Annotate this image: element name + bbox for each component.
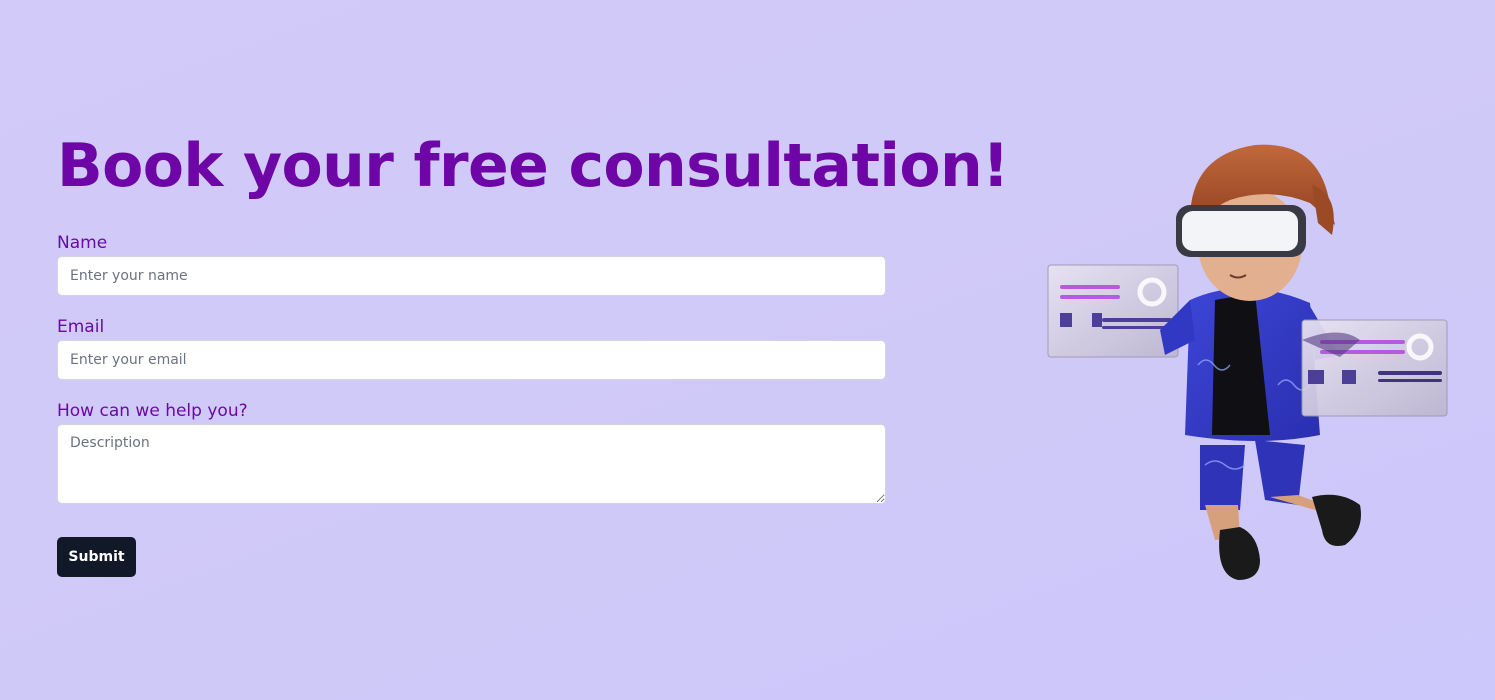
consultation-form: Book your free consultation! Name Email … <box>57 130 1009 504</box>
character-head <box>1176 144 1335 301</box>
left-floating-panel <box>1047 264 1179 358</box>
help-field-group: How can we help you? <box>57 398 886 504</box>
description-textarea[interactable] <box>57 424 886 504</box>
name-input[interactable] <box>57 256 886 296</box>
help-label: How can we help you? <box>57 401 248 421</box>
submit-button[interactable]: Submit <box>57 537 136 577</box>
email-label: Email <box>57 317 105 337</box>
right-floating-panel <box>1301 319 1448 417</box>
email-input[interactable] <box>57 340 886 380</box>
character-legs <box>1200 440 1361 580</box>
name-label: Name <box>57 233 108 253</box>
name-field-group: Name <box>57 230 886 296</box>
email-field-group: Email <box>57 314 886 380</box>
page-title: Book your free consultation! <box>57 131 1009 201</box>
vr-character-illustration <box>1047 144 1448 580</box>
